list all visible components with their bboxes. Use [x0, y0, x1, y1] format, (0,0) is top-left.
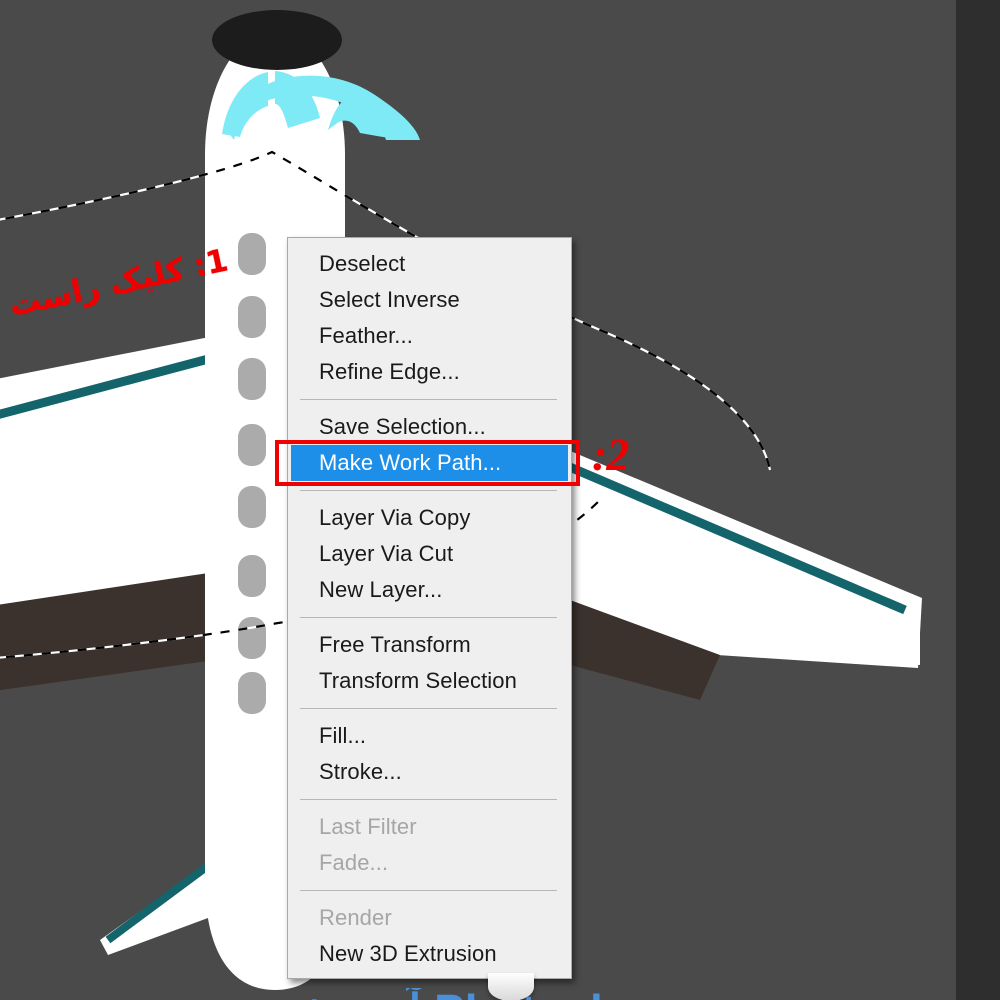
window	[238, 486, 266, 528]
annotation-step-1-label: 1: کلیک راست	[5, 242, 231, 324]
menu-item-new-3d-extrusion[interactable]: New 3D Extrusion	[288, 936, 571, 972]
menu-separator	[300, 799, 557, 800]
window	[238, 617, 266, 659]
menu-item-new-layer[interactable]: New Layer...	[288, 572, 571, 608]
menu-item-last-filter: Last Filter	[319, 814, 417, 839]
window	[238, 424, 266, 466]
menu-item-layer-via-cut[interactable]: Layer Via Cut	[288, 536, 571, 572]
menu-separator	[300, 399, 557, 400]
menu-item-free-transform[interactable]: Free Transform	[288, 627, 571, 663]
annotation-step-1: 1: کلیک راست	[6, 236, 231, 323]
menu-separator	[300, 490, 557, 491]
menu-item-layer-via-copy[interactable]: Layer Via Copy	[288, 500, 571, 536]
bottom-caption: آموزش Photoshop	[0, 988, 956, 1000]
workspace-gutter	[956, 0, 1000, 1000]
menu-separator	[300, 617, 557, 618]
menu-item-deselect[interactable]: Deselect	[288, 246, 571, 282]
window	[238, 555, 266, 597]
menu-item-transform-selection[interactable]: Transform Selection	[288, 663, 571, 699]
menu-item-feather[interactable]: Feather...	[288, 318, 571, 354]
menu-separator	[300, 708, 557, 709]
annotation-highlight-box	[275, 440, 580, 486]
nose-cap	[212, 10, 342, 70]
menu-item-fade: Fade...	[319, 850, 389, 875]
menu-item-stroke[interactable]: Stroke...	[288, 754, 571, 790]
window	[238, 672, 266, 714]
window	[238, 296, 266, 338]
annotation-step-2: :2	[592, 429, 629, 480]
menu-item-select-inverse[interactable]: Select Inverse	[288, 282, 571, 318]
menu-item-render: Render	[319, 905, 392, 930]
window	[238, 233, 266, 275]
menu-item-refine-edge[interactable]: Refine Edge...	[288, 354, 571, 390]
screenshot-root: Deselect Select Inverse Feather... Refine E…	[0, 0, 1000, 1000]
photoshop-canvas[interactable]: Deselect Select Inverse Feather... Refine E…	[0, 0, 956, 1000]
selection-context-menu[interactable]: Deselect Select Inverse Feather... Refine E…	[287, 237, 572, 979]
menu-item-fill[interactable]: Fill...	[288, 718, 571, 754]
window	[238, 358, 266, 400]
menu-separator	[300, 890, 557, 891]
bottom-caption-text: آموزش Photoshop	[0, 988, 956, 1000]
